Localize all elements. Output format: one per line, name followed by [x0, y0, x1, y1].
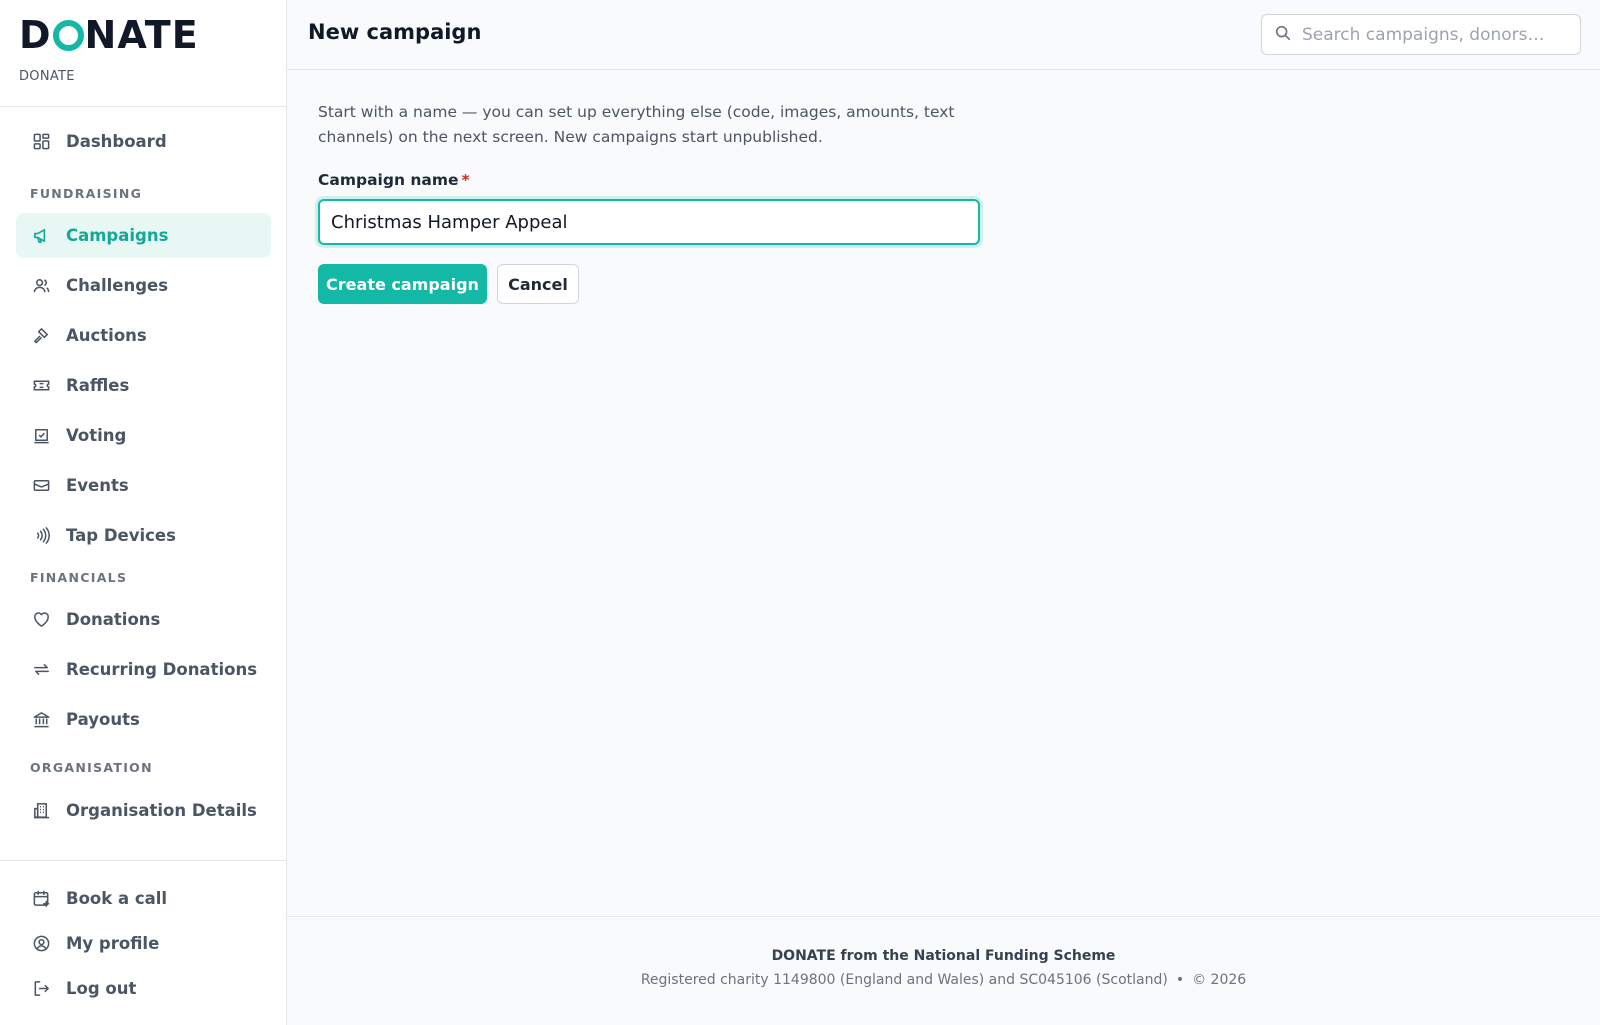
- cancel-button[interactable]: Cancel: [497, 264, 579, 304]
- bank-icon: [31, 710, 51, 730]
- top-bar: New campaign: [287, 0, 1600, 70]
- repeat-icon: [31, 660, 51, 680]
- calendar-plus-icon: [31, 889, 51, 909]
- logo[interactable]: D NATE: [19, 15, 286, 55]
- sidebar-bottom: Book a call My profile Log out: [0, 860, 286, 1025]
- sidebar-item-voting[interactable]: Voting: [16, 413, 271, 458]
- footer-separator: •: [1175, 972, 1185, 988]
- sidebar-item-label: Campaigns: [66, 226, 169, 245]
- footer-registration-line: Registered charity 1149800 (England and …: [287, 972, 1600, 988]
- sidebar-item-auctions[interactable]: Auctions: [16, 313, 271, 358]
- sidebar-item-label: Tap Devices: [66, 526, 176, 545]
- contactless-icon: [31, 526, 51, 546]
- logo-o-ring: [52, 20, 84, 51]
- sidebar-item-tap-devices[interactable]: Tap Devices: [16, 513, 271, 558]
- sidebar-item-campaigns[interactable]: Campaigns: [16, 213, 271, 258]
- sidebar-item-label: Organisation Details: [66, 801, 257, 820]
- sidebar: D NATE DONATE Dashboard FUNDRAISING Campa…: [0, 0, 287, 1025]
- users-icon: [31, 276, 51, 296]
- sidebar-item-label: Payouts: [66, 710, 140, 729]
- section-label-financials: FINANCIALS: [30, 570, 128, 585]
- required-marker: *: [461, 171, 470, 189]
- registration-text: Registered charity 1149800 (England and …: [640, 972, 1168, 988]
- sidebar-item-label: Raffles: [66, 376, 130, 395]
- megaphone-icon: [31, 226, 51, 246]
- sidebar-item-log-out[interactable]: Log out: [16, 966, 271, 1011]
- sidebar-item-dashboard[interactable]: Dashboard: [16, 119, 271, 164]
- sidebar-item-label: Log out: [66, 979, 137, 998]
- sidebar-item-label: Events: [66, 476, 129, 495]
- copyright-text: © 2026: [1192, 972, 1247, 988]
- user-circle-icon: [31, 934, 51, 954]
- campaign-name-input[interactable]: [318, 199, 980, 245]
- sidebar-item-recurring-donations[interactable]: Recurring Donations: [16, 647, 271, 692]
- sidebar-item-events[interactable]: Events: [16, 463, 271, 508]
- form-intro-text: Start with a name — you can set up every…: [318, 103, 955, 146]
- search-box[interactable]: [1261, 14, 1581, 55]
- sidebar-item-payouts[interactable]: Payouts: [16, 697, 271, 742]
- create-campaign-button[interactable]: Create campaign: [318, 264, 487, 304]
- page-title: New campaign: [308, 20, 482, 44]
- building-icon: [31, 801, 51, 821]
- sidebar-item-label: Voting: [66, 426, 127, 445]
- sidebar-item-label: Challenges: [66, 276, 169, 295]
- sidebar-item-label: My profile: [66, 934, 160, 953]
- sidebar-item-label: Dashboard: [66, 132, 167, 151]
- brand-area: D NATE DONATE: [0, 0, 286, 107]
- search-icon: [1274, 24, 1302, 46]
- gavel-icon: [31, 326, 51, 346]
- sidebar-item-organisation-details[interactable]: Organisation Details: [16, 788, 271, 833]
- sidebar-item-raffles[interactable]: Raffles: [16, 363, 271, 408]
- org-name: DONATE: [19, 69, 75, 84]
- heart-icon: [31, 610, 51, 630]
- sidebar-item-label: Recurring Donations: [66, 660, 258, 679]
- sidebar-item-my-profile[interactable]: My profile: [16, 921, 271, 966]
- vote-icon: [31, 426, 51, 446]
- dashboard-icon: [31, 132, 51, 152]
- sidebar-item-label: Book a call: [66, 889, 168, 908]
- section-label-fundraising: FUNDRAISING: [30, 186, 143, 201]
- sidebar-item-donations[interactable]: Donations: [16, 597, 271, 642]
- footer: DONATE from the National Funding Scheme …: [287, 916, 1600, 1025]
- sidebar-item-label: Auctions: [66, 326, 147, 345]
- section-label-organisation: ORGANISATION: [30, 760, 153, 775]
- sidebar-item-book-a-call[interactable]: Book a call: [16, 876, 271, 921]
- footer-title: DONATE from the National Funding Scheme: [771, 948, 1116, 964]
- sidebar-item-challenges[interactable]: Challenges: [16, 263, 271, 308]
- ticket-icon: [31, 376, 51, 396]
- search-input[interactable]: [1302, 24, 1572, 45]
- campaign-name-label: Campaign name *: [318, 171, 470, 189]
- calendar-ticket-icon: [31, 476, 51, 496]
- logout-icon: [31, 979, 51, 999]
- sidebar-item-label: Donations: [66, 610, 161, 629]
